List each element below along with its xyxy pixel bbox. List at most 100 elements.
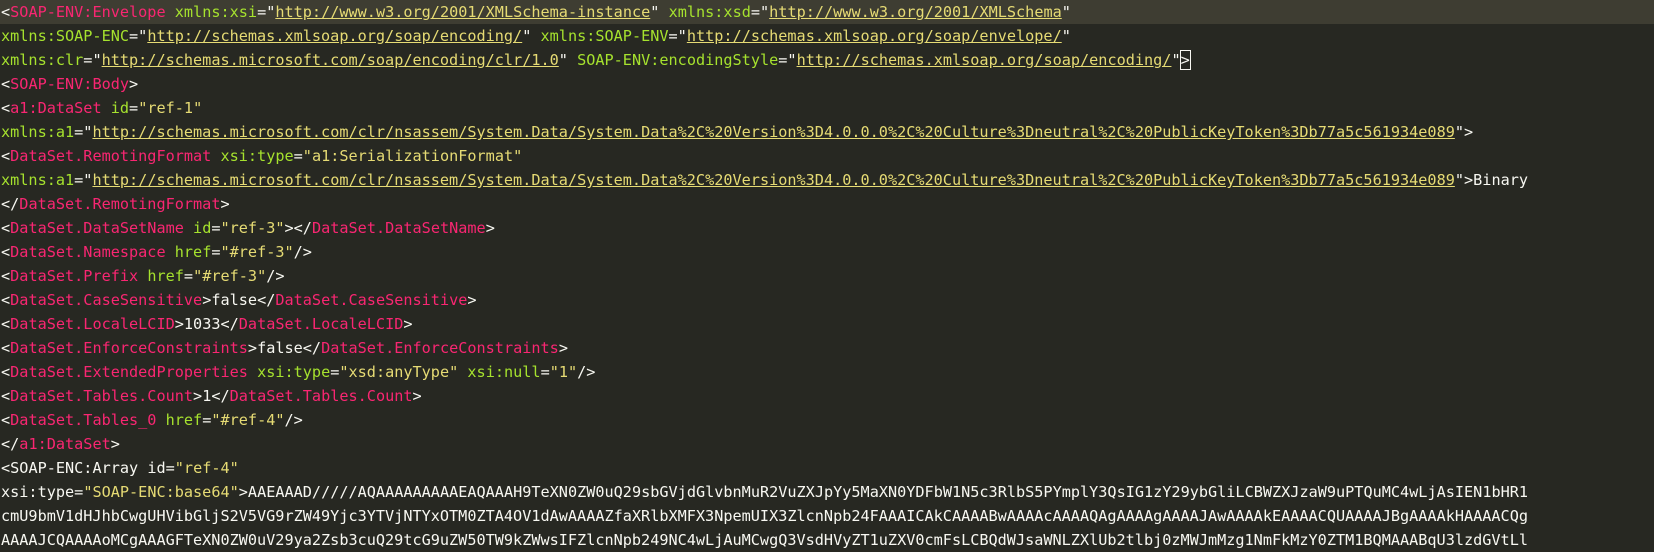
punctuation: =" bbox=[74, 171, 93, 189]
code-line[interactable]: <SOAP-ENV:Body> bbox=[0, 72, 1654, 96]
tag-name: DataSet.Prefix bbox=[10, 267, 139, 285]
attribute-name: xsi:type bbox=[257, 363, 331, 381]
text-content: false bbox=[257, 339, 303, 357]
code-line[interactable]: </a1:DataSet> bbox=[0, 432, 1654, 456]
punctuation: < bbox=[1, 267, 11, 285]
code-line[interactable]: xmlns:a1="http://schemas.microsoft.com/c… bbox=[0, 120, 1654, 144]
matched-bracket: > bbox=[1179, 50, 1191, 70]
attribute-name: xmlns:SOAP-ENV bbox=[540, 27, 669, 45]
tag-name: DataSet.EnforceConstraints bbox=[10, 339, 248, 357]
string-value: "SOAP-ENC:base64" bbox=[83, 483, 239, 501]
punctuation: "> bbox=[1454, 171, 1474, 189]
text-content: xsi:type bbox=[1, 483, 75, 501]
punctuation: </ bbox=[257, 291, 276, 309]
attribute-name: xmlns:SOAP-ENC bbox=[1, 27, 130, 45]
text-content: 1033 bbox=[183, 315, 221, 333]
punctuation: < bbox=[1, 387, 11, 405]
punctuation: ></ bbox=[284, 219, 312, 237]
code-line[interactable]: <SOAP-ENV:Envelope xmlns:xsi="http://www… bbox=[0, 0, 1654, 24]
tag-name: DataSet.ExtendedProperties bbox=[10, 363, 248, 381]
url-value: http://schemas.xmlsoap.org/soap/envelope… bbox=[686, 27, 1062, 45]
code-editor[interactable]: <SOAP-ENV:Envelope xmlns:xsi="http://www… bbox=[0, 0, 1654, 552]
code-line[interactable]: xsi:type="SOAP-ENC:base64">AAEAAAD/////A… bbox=[0, 480, 1654, 504]
punctuation: < bbox=[1, 99, 11, 117]
punctuation: > bbox=[110, 435, 120, 453]
url-value: http://schemas.microsoft.com/clr/nsassem… bbox=[92, 123, 1455, 141]
punctuation: "> bbox=[1454, 123, 1474, 141]
string-value: "ref-4" bbox=[174, 459, 239, 477]
attribute-name: href bbox=[174, 243, 212, 261]
code-line[interactable]: xmlns:SOAP-ENC=" http://schemas.xmlsoap.o… bbox=[0, 24, 1654, 48]
punctuation: < bbox=[1, 291, 11, 309]
punctuation: < bbox=[1, 363, 11, 381]
punctuation: > bbox=[403, 315, 413, 333]
tag-name: DataSet.Tables.Count bbox=[229, 387, 413, 405]
punctuation: > bbox=[174, 315, 184, 333]
punctuation: =" bbox=[129, 27, 148, 45]
code-line[interactable]: <DataSet.CaseSensitive>false</DataSet.Ca… bbox=[0, 288, 1654, 312]
punctuation: /> bbox=[284, 411, 303, 429]
punctuation: = bbox=[293, 147, 303, 165]
punctuation: /> bbox=[293, 243, 312, 261]
tag-name: DataSet.Tables.Count bbox=[10, 387, 194, 405]
attribute-name: xmlns:a1 bbox=[1, 171, 75, 189]
punctuation: </ bbox=[1, 435, 20, 453]
code-line[interactable]: <DataSet.Namespace href="#ref-3"/> bbox=[0, 240, 1654, 264]
attribute-name: id bbox=[193, 219, 212, 237]
code-line[interactable]: <a1:DataSet id="ref-1" bbox=[0, 96, 1654, 120]
punctuation: < bbox=[1, 3, 11, 21]
tag-name: DataSet.CaseSensitive bbox=[275, 291, 468, 309]
text-content: id bbox=[147, 459, 166, 477]
punctuation: </ bbox=[220, 315, 239, 333]
tag-name: DataSet.Tables_0 bbox=[10, 411, 157, 429]
code-line[interactable]: <SOAP-ENC:Array id="ref-4" bbox=[0, 456, 1654, 480]
code-line[interactable]: xmlns:clr =" http://schemas.microsoft.com/… bbox=[0, 48, 1654, 72]
string-value: "#ref-3" bbox=[193, 267, 267, 285]
attribute-name: id bbox=[110, 99, 130, 117]
punctuation: > bbox=[129, 75, 139, 93]
text-content: SOAP-ENC:Array bbox=[10, 459, 139, 477]
code-line[interactable]: <DataSet.LocaleLCID>1033</DataSet.Locale… bbox=[0, 312, 1654, 336]
punctuation: " bbox=[1061, 27, 1071, 45]
punctuation: = bbox=[74, 483, 84, 501]
punctuation: > bbox=[238, 483, 248, 501]
tag-name: SOAP-ENV:Body bbox=[10, 75, 130, 93]
code-line[interactable]: <DataSet.EnforceConstraints>false</DataS… bbox=[0, 336, 1654, 360]
punctuation: = bbox=[202, 411, 212, 429]
tag-name: DataSet.LocaleLCID bbox=[10, 315, 175, 333]
tag-name: SOAP-ENV:Envelope bbox=[10, 3, 166, 21]
punctuation: = bbox=[211, 243, 221, 261]
punctuation: =" bbox=[750, 3, 770, 21]
code-line[interactable]: <DataSet.DataSetName id="ref-3"></DataSe… bbox=[0, 216, 1654, 240]
punctuation: /> bbox=[577, 363, 596, 381]
tag-name: a1:DataSet bbox=[19, 435, 111, 453]
code-line[interactable]: </DataSet.RemotingFormat> bbox=[0, 192, 1654, 216]
tag-name: a1:DataSet bbox=[10, 99, 102, 117]
code-line[interactable]: <DataSet.Tables_0 href="#ref-4"/> bbox=[0, 408, 1654, 432]
code-line[interactable]: AAAAJCQAAAAoMCgAAAGFTeXN0ZW0uV29ya2Zsb3c… bbox=[0, 528, 1654, 552]
string-value: "xsd:anyType" bbox=[339, 363, 459, 381]
punctuation: = bbox=[183, 267, 194, 285]
code-line[interactable]: <DataSet.Prefix href="#ref-3"/> bbox=[0, 264, 1654, 288]
code-line[interactable]: <DataSet.ExtendedProperties xsi:type="xs… bbox=[0, 360, 1654, 384]
code-line[interactable]: <DataSet.RemotingFormat xsi:type="a1:Ser… bbox=[0, 144, 1654, 168]
punctuation: > bbox=[485, 219, 495, 237]
url-value: http://schemas.microsoft.com/soap/encodi… bbox=[101, 51, 559, 69]
code-line[interactable]: cmU9bmV1dHJhbCwgUHVibGljS2V5VG9rZW49Yjc3… bbox=[0, 504, 1654, 528]
url-value: http://www.w3.org/2001/XMLSchema-instanc… bbox=[275, 3, 651, 21]
attribute-name: xsi:type bbox=[220, 147, 294, 165]
punctuation: =" bbox=[778, 51, 797, 69]
url-value: http://schemas.xmlsoap.org/soap/encoding… bbox=[796, 51, 1172, 69]
punctuation: /> bbox=[266, 267, 285, 285]
string-value: "1" bbox=[549, 363, 578, 381]
attribute-name: xmlns:clr bbox=[1, 51, 84, 69]
code-line[interactable]: <DataSet.Tables.Count>1</DataSet.Tables.… bbox=[0, 384, 1654, 408]
code-line[interactable]: xmlns:a1="http://schemas.microsoft.com/c… bbox=[0, 168, 1654, 192]
